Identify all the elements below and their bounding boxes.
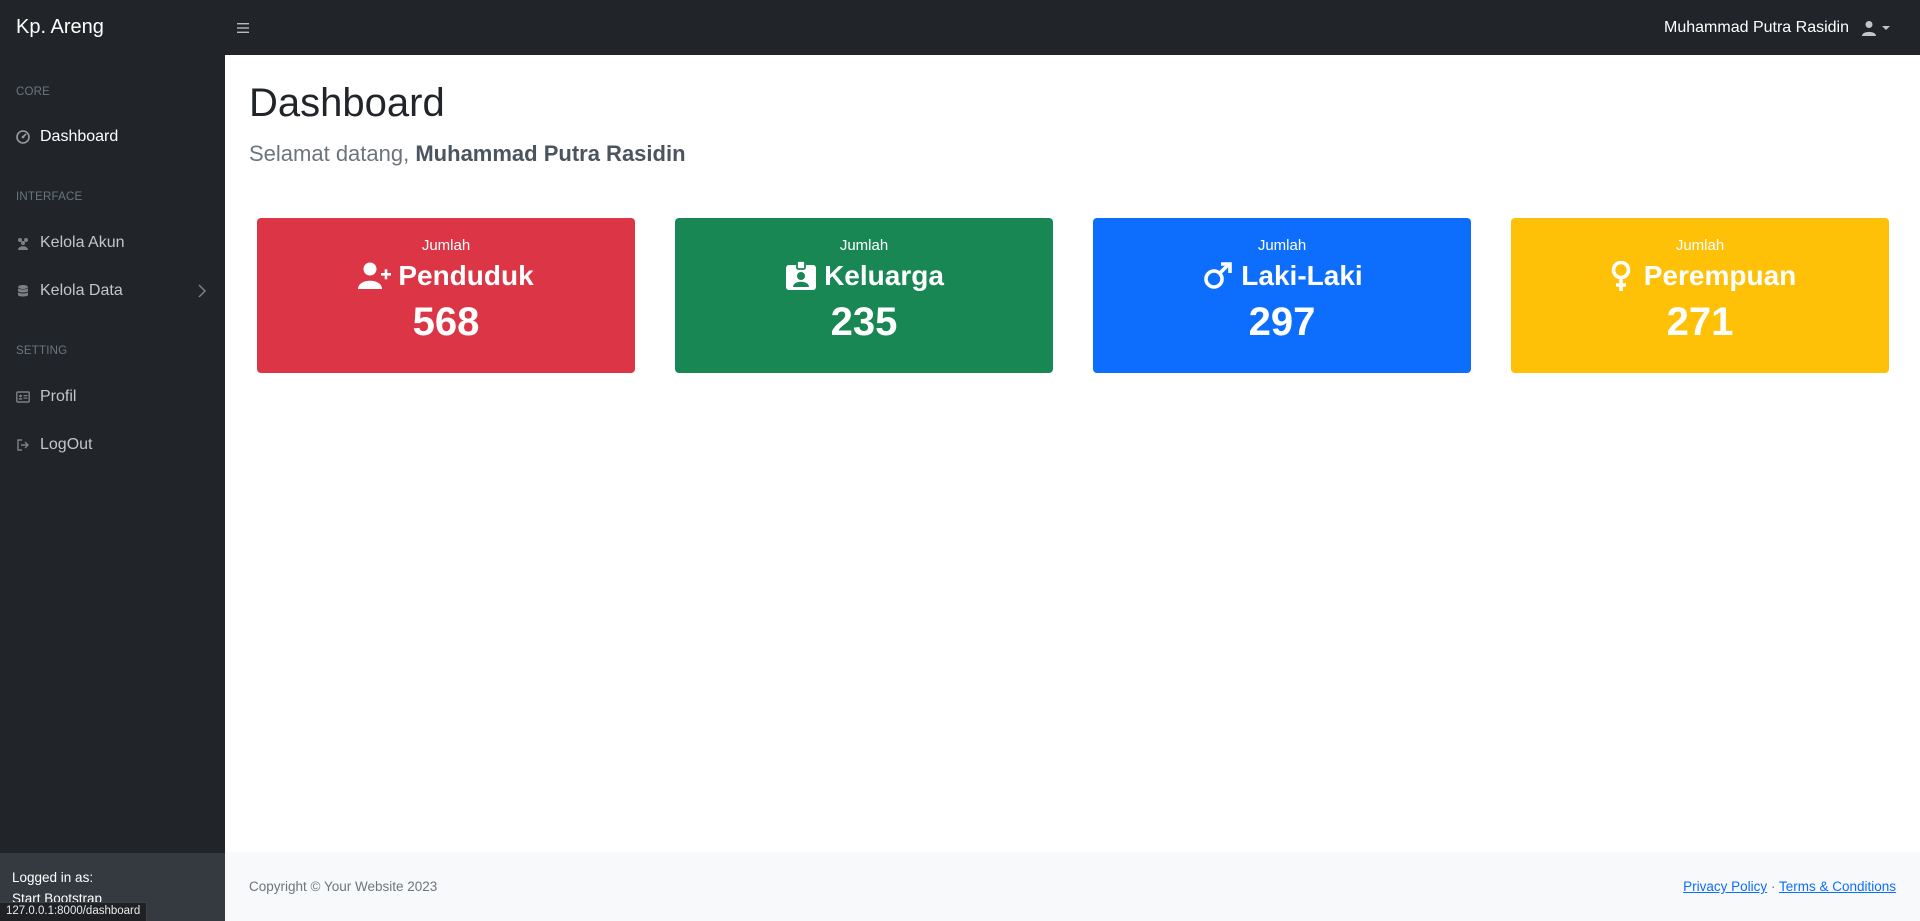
sidebar-item-label: Dashboard <box>40 128 119 145</box>
mars-icon <box>1204 262 1233 289</box>
sidebar-item-profil[interactable]: Profil <box>0 377 225 417</box>
user-menu-dropdown[interactable]: Muhammad Putra Rasidin <box>1664 0 1890 55</box>
user-plus-icon <box>358 262 392 289</box>
users-icon <box>16 236 30 250</box>
database-icon <box>16 284 30 298</box>
sidebar-item-label: Kelola Data <box>40 282 123 299</box>
card-heading: Perempuan <box>1511 260 1889 292</box>
card-perempuan: Jumlah Perempuan 271 <box>1511 218 1889 373</box>
card-heading: Laki-Laki <box>1093 260 1471 292</box>
card-title: Keluarga <box>824 260 944 291</box>
card-title: Penduduk <box>398 260 534 291</box>
card-label: Jumlah <box>839 237 889 254</box>
sidebar-heading-core: Core <box>16 86 51 98</box>
sidebar-toggle-button[interactable] <box>233 18 253 38</box>
sidebar-item-logout[interactable]: LogOut <box>0 425 225 465</box>
card-label: Jumlah <box>421 237 471 254</box>
hamburger-icon <box>237 22 249 33</box>
card-title: Perempuan <box>1643 260 1797 291</box>
sidebar-heading-setting: Setting <box>16 345 68 357</box>
welcome-user-name: Muhammad Putra Rasidin <box>415 141 686 166</box>
sign-out-icon <box>16 438 30 452</box>
chevron-right-icon <box>198 284 207 298</box>
sidebar: Core Dashboard Interface Kelola Akun Kel… <box>0 55 225 921</box>
id-card-icon <box>16 390 30 404</box>
footer-links: Privacy Policy · Terms & Conditions <box>1683 879 1896 894</box>
logged-in-label: Logged in as: <box>12 870 94 885</box>
sidebar-heading-interface: Interface <box>16 191 83 203</box>
card-heading: Penduduk <box>257 260 635 292</box>
copyright-text: Copyright © Your Website 2023 <box>249 879 438 894</box>
welcome-prefix: Selamat datang, <box>249 141 410 166</box>
card-value: 568 <box>412 300 480 344</box>
card-heading: Keluarga <box>675 260 1053 292</box>
card-label: Jumlah <box>1257 237 1307 254</box>
navbar-user-name: Muhammad Putra Rasidin <box>1664 18 1849 36</box>
terms-conditions-link[interactable]: Terms & Conditions <box>1779 879 1896 894</box>
card-value: 271 <box>1666 300 1734 344</box>
tachometer-icon <box>16 130 30 144</box>
welcome-message: Selamat datang, Muhammad Putra Rasidin <box>249 141 686 167</box>
sidebar-item-kelola-akun[interactable]: Kelola Akun <box>0 223 225 263</box>
card-penduduk: Jumlah Penduduk 568 <box>257 218 635 373</box>
sidebar-item-label: Profil <box>40 388 77 405</box>
sidebar-item-kelola-data[interactable]: Kelola Data <box>0 271 225 311</box>
privacy-policy-link[interactable]: Privacy Policy <box>1683 879 1767 894</box>
caret-down-icon <box>1882 25 1890 30</box>
sidebar-item-label: Kelola Akun <box>40 234 125 251</box>
card-value: 235 <box>830 300 898 344</box>
id-badge-icon <box>786 261 817 290</box>
venus-icon <box>1611 261 1631 291</box>
browser-status-url: 127.0.0.1:8000/dashboard <box>0 902 148 921</box>
card-keluarga: Jumlah Keluarga 235 <box>675 218 1053 373</box>
user-icon <box>1862 20 1876 36</box>
card-value: 297 <box>1248 300 1316 344</box>
page-footer: Copyright © Your Website 2023 Privacy Po… <box>225 852 1920 921</box>
footer-separator: · <box>1770 879 1776 894</box>
brand-name[interactable]: Kp. Areng <box>0 16 225 39</box>
card-laki-laki: Jumlah Laki-Laki 297 <box>1093 218 1471 373</box>
card-label: Jumlah <box>1675 237 1725 254</box>
top-navbar: Kp. Areng Muhammad Putra Rasidin <box>0 0 1920 55</box>
card-title: Laki-Laki <box>1241 260 1363 291</box>
main-content: Dashboard Selamat datang, Muhammad Putra… <box>225 55 1920 852</box>
page-title: Dashboard <box>249 81 445 125</box>
sidebar-item-dashboard[interactable]: Dashboard <box>0 117 225 157</box>
sidebar-item-label: LogOut <box>40 436 93 453</box>
